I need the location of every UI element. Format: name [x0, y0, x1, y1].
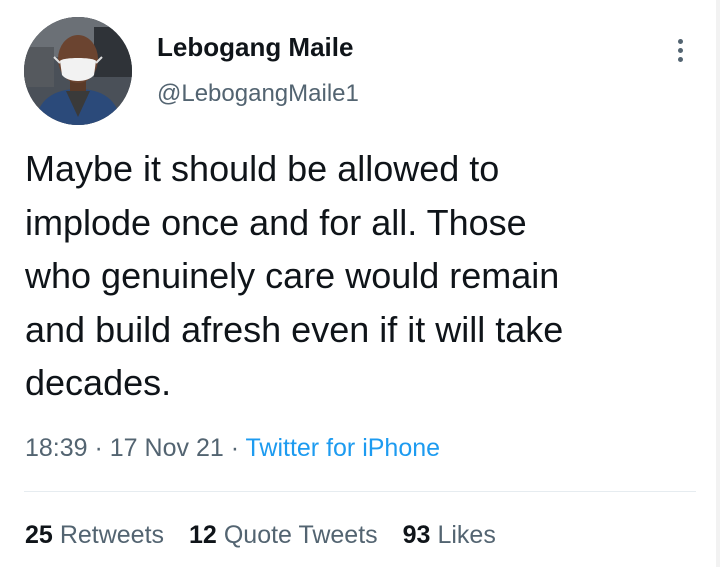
tweet-meta: 18:39 · 17 Nov 21 · Twitter for iPhone: [25, 430, 440, 466]
divider: [24, 491, 696, 492]
meta-separator: ·: [87, 434, 110, 462]
likes-label: Likes: [437, 521, 496, 549]
more-dot: [677, 56, 683, 62]
retweets-stat[interactable]: 25 Retweets: [25, 517, 164, 553]
retweets-count: 25: [25, 521, 53, 549]
author-handle[interactable]: @LebogangMaile1: [157, 79, 359, 109]
avatar[interactable]: [24, 17, 132, 125]
more-dot: [677, 38, 683, 44]
more-options-icon[interactable]: [668, 30, 692, 70]
tweet-date[interactable]: 17 Nov 21: [110, 434, 224, 462]
likes-stat[interactable]: 93 Likes: [403, 517, 496, 553]
scrollbar[interactable]: [716, 0, 720, 567]
quote-tweets-label: Quote Tweets: [223, 521, 378, 549]
more-dot: [677, 47, 683, 53]
quote-tweets-count: 12: [189, 521, 217, 549]
quote-tweets-stat[interactable]: 12 Quote Tweets: [189, 517, 378, 553]
likes-count: 93: [402, 521, 431, 549]
tweet-text: Maybe it should be allowed to implode on…: [25, 148, 564, 403]
retweets-label: Retweets: [59, 521, 165, 549]
tweet-stats: 25 Retweets 12 Quote Tweets 93 Likes: [25, 517, 521, 553]
tweet-time[interactable]: 18:39: [25, 434, 88, 462]
tweet-source-link[interactable]: Twitter for iPhone: [246, 434, 441, 462]
tweet-card: Lebogang Maile @LebogangMaile1 Maybe it …: [0, 0, 720, 567]
author-name[interactable]: Lebogang Maile: [157, 30, 353, 64]
meta-separator: ·: [223, 434, 246, 462]
